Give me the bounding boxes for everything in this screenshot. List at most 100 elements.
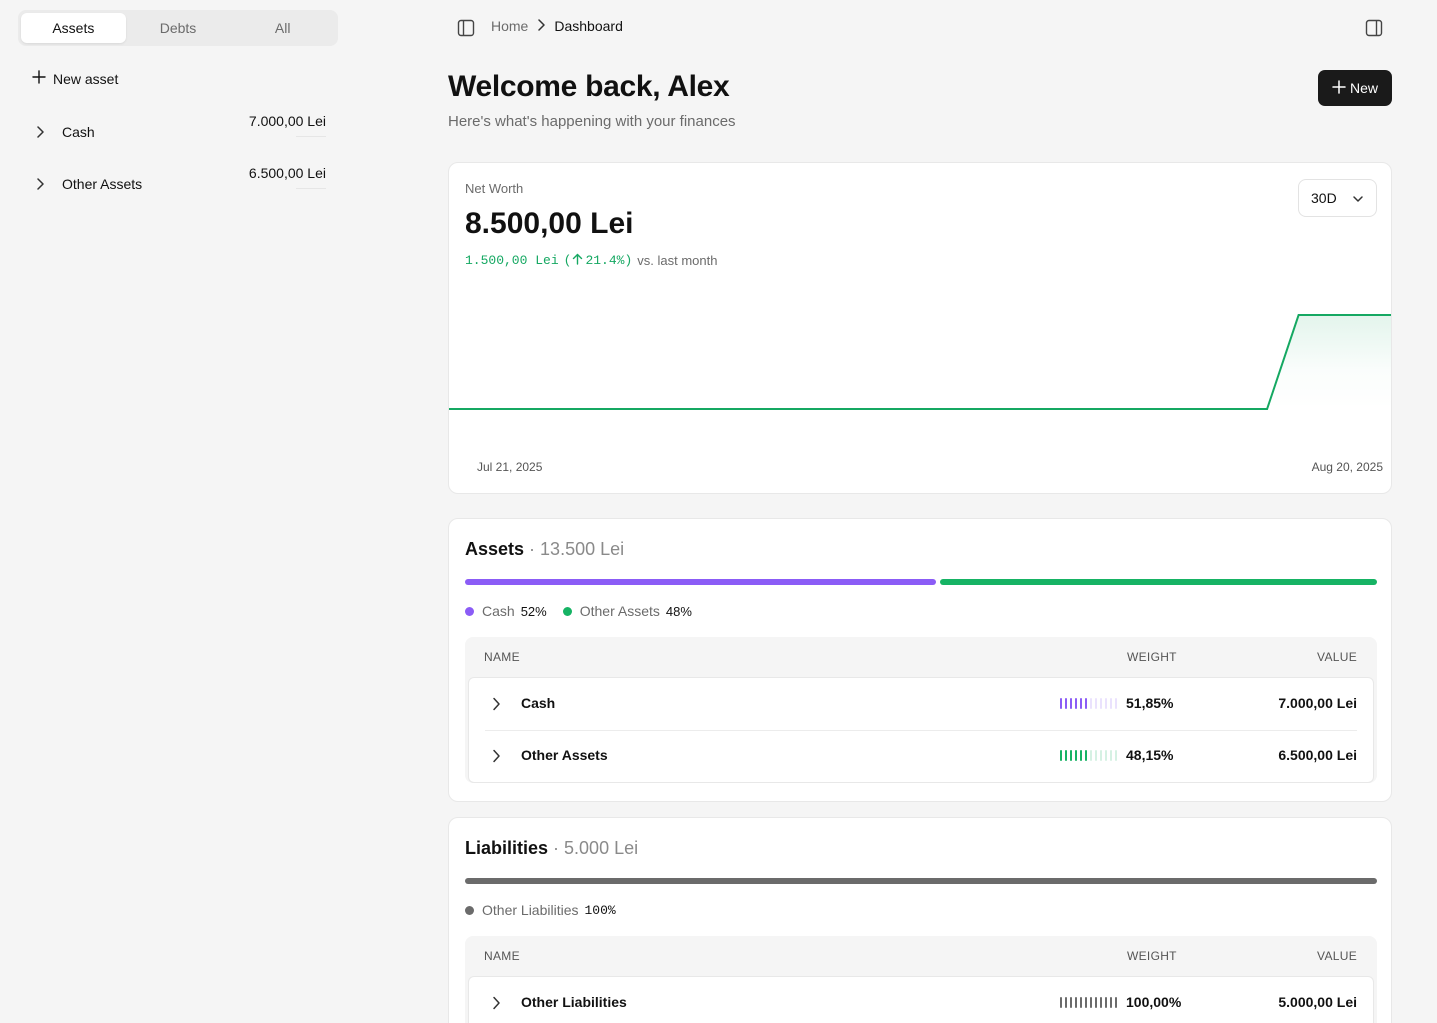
weight-tick — [1100, 698, 1102, 709]
weight-meter — [1060, 750, 1117, 761]
chevron-right-icon[interactable] — [486, 993, 506, 1013]
chevron-down-icon — [1352, 190, 1364, 206]
weight-tick — [1105, 750, 1107, 761]
allocation-bar-segment — [465, 579, 936, 585]
allocation-bar-segment — [940, 579, 1377, 585]
weight-tick — [1110, 698, 1112, 709]
weight-meter — [1060, 997, 1117, 1008]
sidebar-item-label: Other Assets — [62, 176, 143, 192]
change-open-paren: ( — [563, 253, 572, 268]
table-row[interactable]: Other Assets 48,15% 6.500,00 Lei — [469, 730, 1373, 782]
weight-tick — [1080, 750, 1082, 761]
chevron-right-icon[interactable] — [486, 746, 506, 766]
net-worth-label: Net Worth — [465, 181, 524, 196]
chevron-right-icon[interactable] — [30, 174, 50, 194]
weight-tick — [1080, 698, 1082, 709]
weight-tick — [1100, 997, 1102, 1008]
new-asset-button[interactable]: New asset — [32, 70, 118, 87]
row-value: 6.500,00 Lei — [1278, 747, 1357, 763]
sidebar-item-cash[interactable]: Cash 7.000,00 Lei — [30, 113, 327, 147]
legend-pct: 52% — [520, 603, 547, 619]
change-pct: 21.4% — [585, 253, 625, 268]
table-row[interactable]: Cash 51,85% 7.000,00 Lei — [469, 678, 1373, 730]
weight-tick — [1060, 698, 1062, 709]
assets-title-label: Assets — [465, 539, 525, 559]
legend-pct: 48% — [665, 603, 692, 619]
column-header-weight[interactable]: WEIGHT — [1127, 949, 1177, 963]
tab-debts[interactable]: Debts — [126, 13, 231, 43]
tab-all[interactable]: All — [230, 13, 335, 43]
column-header-weight[interactable]: WEIGHT — [1127, 650, 1177, 664]
weight-tick — [1090, 750, 1092, 761]
legend-dot-cash — [465, 606, 474, 616]
weight-tick — [1070, 750, 1072, 761]
table-row[interactable]: Other Liabilities 100,00% 5.000,00 Lei — [469, 977, 1373, 1023]
column-header-value[interactable]: VALUE — [1317, 949, 1357, 963]
sidebar-item-other-assets[interactable]: Other Assets 6.500,00 Lei — [30, 165, 327, 199]
plus-icon — [32, 70, 46, 87]
liabilities-title-label: Liabilities — [465, 838, 549, 858]
weight-tick — [1085, 698, 1087, 709]
column-header-name[interactable]: NAME — [484, 650, 520, 664]
liabilities-title: Liabilities · 5.000 Lei — [465, 838, 638, 859]
right-panel-toggle-icon[interactable] — [1362, 17, 1386, 39]
weight-tick — [1075, 750, 1077, 761]
weight-tick — [1095, 997, 1097, 1008]
column-header-value[interactable]: VALUE — [1317, 650, 1357, 664]
net-worth-line — [449, 314, 1391, 410]
legend-pct: 100% — [584, 902, 616, 918]
weight-tick — [1105, 698, 1107, 709]
change-close-paren: ) — [624, 253, 633, 268]
chevron-right-icon[interactable] — [30, 122, 50, 142]
weight-tick — [1075, 997, 1077, 1008]
sidebar-toggle-icon[interactable] — [454, 17, 478, 39]
breadcrumb-home[interactable]: Home — [491, 18, 528, 34]
liabilities-table: NAME WEIGHT VALUE Other Liabilities 100,… — [465, 936, 1377, 1023]
weight-tick — [1090, 698, 1092, 709]
weight-tick — [1095, 698, 1097, 709]
allocation-bar-segment — [465, 878, 1377, 884]
row-weight: 51,85% — [1126, 695, 1174, 711]
net-worth-value: 8.500,00 Lei — [465, 207, 634, 240]
weight-tick — [1095, 750, 1097, 761]
title-separator: · — [548, 838, 565, 858]
weight-tick — [1065, 997, 1067, 1008]
new-button-label: New — [1349, 80, 1378, 96]
weight-meter — [1060, 698, 1117, 709]
change-amount: 1.500,00 Lei — [465, 253, 559, 268]
weight-tick — [1065, 750, 1067, 761]
x-axis-start-label: Jul 21, 2025 — [477, 460, 543, 474]
x-axis-end-label: Aug 20, 2025 — [1311, 460, 1383, 474]
new-asset-label: New asset — [53, 70, 119, 87]
account-type-switch: Assets Debts All — [18, 10, 338, 46]
weight-tick — [1085, 750, 1087, 761]
breadcrumb-current: Dashboard — [554, 18, 623, 34]
new-button[interactable]: New — [1318, 70, 1392, 106]
net-worth-card: Net Worth 8.500,00 Lei 1.500,00 Lei ( 21… — [448, 162, 1392, 494]
legend-dot-other-liabilities — [465, 905, 474, 915]
net-worth-change: 1.500,00 Lei ( 21.4% ) vs. last month — [465, 253, 717, 268]
tab-assets[interactable]: Assets — [21, 13, 126, 43]
sidebar-item-value: 6.500,00 Lei — [248, 165, 327, 189]
row-name: Cash — [521, 695, 556, 711]
assets-total: 13.500 Lei — [540, 539, 625, 559]
weight-tick — [1115, 698, 1117, 709]
liabilities-legend: Other Liabilities 100% — [465, 902, 626, 918]
plus-icon — [1332, 79, 1346, 97]
page-subtitle: Here's what's happening with your financ… — [448, 113, 736, 130]
weight-tick — [1065, 698, 1067, 709]
period-select[interactable]: 30D — [1298, 179, 1377, 217]
title-separator: · — [524, 539, 541, 559]
weight-tick — [1085, 997, 1087, 1008]
table-header: NAME WEIGHT VALUE — [465, 936, 1377, 976]
row-weight: 48,15% — [1126, 747, 1174, 763]
legend-label: Cash — [482, 603, 515, 619]
weight-tick — [1080, 997, 1082, 1008]
chevron-right-icon[interactable] — [486, 694, 506, 714]
table-header: NAME WEIGHT VALUE — [465, 637, 1377, 677]
net-worth-area — [449, 315, 1391, 409]
weight-tick — [1060, 997, 1062, 1008]
period-value: 30D — [1311, 190, 1337, 206]
legend-label: Other Assets — [579, 603, 660, 619]
column-header-name[interactable]: NAME — [484, 949, 520, 963]
